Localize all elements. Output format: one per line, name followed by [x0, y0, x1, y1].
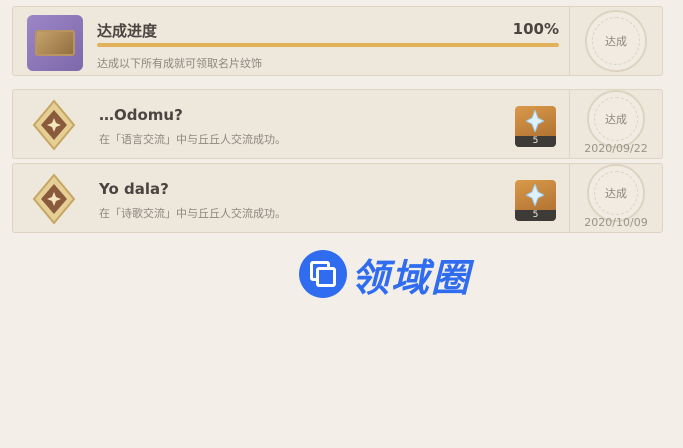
namecard-icon	[27, 15, 83, 71]
reward-item[interactable]: 5	[515, 106, 556, 147]
progress-bar	[97, 43, 559, 47]
primogem-icon	[526, 110, 544, 132]
stamp-text: 达成	[605, 113, 627, 126]
achievement-row[interactable]: …Odomu? 在「语言交流」中与丘丘人交流成功。 5 达成 2020/09/2…	[12, 89, 663, 159]
achievement-description: 在「诗歌交流」中与丘丘人交流成功。	[99, 207, 286, 220]
stamp-text: 达成	[605, 187, 627, 200]
achievement-stamp-area: 达成 2020/10/09	[569, 164, 662, 232]
reward-quantity: 5	[515, 210, 556, 221]
completion-date: 2020/09/22	[584, 142, 648, 155]
primogem-icon	[526, 184, 544, 206]
progress-description: 达成以下所有成就可领取名片纹饰	[97, 57, 262, 70]
achievement-row[interactable]: Yo dala? 在「诗歌交流」中与丘丘人交流成功。 5 达成 2020/10/…	[12, 163, 663, 233]
stamp-text: 达成	[605, 35, 627, 48]
reward-item[interactable]: 5	[515, 180, 556, 221]
watermark-logo-icon	[299, 250, 347, 298]
achievement-title: …Odomu?	[99, 106, 183, 124]
progress-stamp-area: 达成	[569, 7, 662, 75]
progress-panel: 达成进度 100% 达成以下所有成就可领取名片纹饰 达成	[12, 6, 663, 76]
completed-stamp: 达成	[587, 164, 645, 222]
completed-stamp: 达成	[585, 10, 647, 72]
watermark-text: 领域圈	[351, 255, 472, 300]
achievement-stamp-area: 达成 2020/09/22	[569, 90, 662, 158]
achievement-medal-icon	[32, 173, 76, 225]
progress-bar-fill	[97, 43, 559, 47]
progress-title: 达成进度	[97, 22, 158, 40]
completed-stamp: 达成	[587, 90, 645, 148]
reward-quantity: 5	[515, 136, 556, 147]
achievement-description: 在「语言交流」中与丘丘人交流成功。	[99, 133, 286, 146]
achievement-medal-icon	[32, 99, 76, 151]
watermark: 领域圈	[299, 249, 472, 300]
completion-date: 2020/10/09	[584, 216, 648, 229]
achievement-title: Yo dala?	[99, 180, 169, 198]
progress-percent: 100%	[512, 20, 559, 38]
